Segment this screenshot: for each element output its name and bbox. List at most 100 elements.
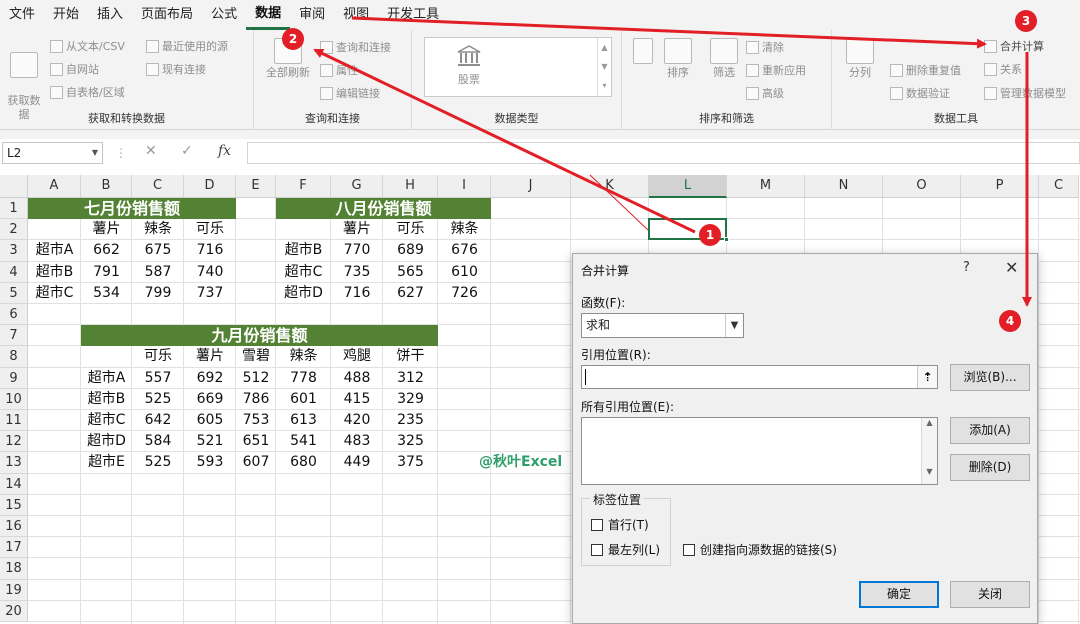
table-cell[interactable]: 325 (383, 431, 438, 452)
table-cell[interactable]: 778 (276, 368, 331, 389)
row-header[interactable]: 19 (0, 579, 28, 601)
table-cell[interactable]: 超市B (28, 262, 81, 283)
table-cell[interactable]: 716 (331, 283, 383, 304)
table-cell[interactable]: 669 (184, 389, 236, 410)
table-cell[interactable]: 770 (331, 240, 383, 261)
table-cell[interactable]: 689 (383, 240, 438, 261)
table-cell[interactable]: 超市B (81, 389, 132, 410)
table-cell[interactable]: 辣条 (438, 219, 491, 240)
chevron-down-icon[interactable]: ▼ (92, 143, 98, 163)
menu-view[interactable]: 视图 (334, 0, 378, 30)
filter-button[interactable]: 筛选 (708, 38, 740, 80)
table-cell[interactable]: 737 (184, 283, 236, 304)
column-header[interactable]: E (236, 175, 276, 198)
remove-duplicates-button[interactable]: 删除重复值 (890, 62, 961, 78)
relationships-button[interactable]: 关系 (984, 61, 1022, 77)
menu-data[interactable]: 数据 (246, 0, 291, 30)
column-header[interactable]: C (132, 175, 184, 198)
table-cell[interactable]: 512 (236, 368, 276, 389)
ok-button[interactable]: 确定 (859, 581, 939, 608)
clear-button[interactable]: 清除 (746, 39, 784, 55)
from-text-csv-button[interactable]: 从文本/CSV (50, 38, 125, 54)
table-cell[interactable]: 超市B (276, 240, 331, 261)
name-box[interactable]: L2 ▼ (2, 142, 103, 164)
table-cell[interactable]: 超市C (81, 410, 132, 431)
top-row-checkbox[interactable]: 首行(T) (591, 516, 649, 533)
list-scrollbar[interactable]: ▲ ▼ (921, 418, 937, 484)
formula-input[interactable] (247, 142, 1080, 164)
table-cell[interactable]: 605 (184, 410, 236, 431)
row-header[interactable]: 17 (0, 537, 28, 559)
table-cell[interactable]: 薯片 (331, 219, 383, 240)
column-header[interactable]: G (331, 175, 383, 198)
select-all-corner[interactable] (0, 175, 28, 198)
column-header[interactable]: K (571, 175, 649, 198)
column-header[interactable]: C (1039, 175, 1079, 198)
table-cell[interactable]: 饼干 (383, 346, 438, 367)
table-cell[interactable]: 753 (236, 410, 276, 431)
menu-formulas[interactable]: 公式 (202, 0, 246, 30)
table-cell[interactable]: 692 (184, 368, 236, 389)
browse-button[interactable]: 浏览(B)... (950, 364, 1030, 391)
table-cell[interactable]: 辣条 (132, 219, 184, 240)
column-header[interactable]: N (805, 175, 883, 198)
table-cell[interactable]: 716 (184, 240, 236, 261)
fill-handle[interactable] (724, 237, 729, 243)
table-cell[interactable]: 鸡腿 (331, 346, 383, 367)
consolidate-button[interactable]: 合并计算 (984, 38, 1044, 54)
table-cell[interactable]: 超市D (276, 283, 331, 304)
row-header[interactable]: 20 (0, 600, 28, 622)
data-validation-button[interactable]: 数据验证 (890, 85, 950, 101)
table-cell[interactable]: 超市E (81, 452, 132, 473)
from-web-button[interactable]: 自网站 (50, 61, 99, 77)
table-cell[interactable]: 可乐 (132, 346, 184, 367)
table-cell[interactable]: 辣条 (276, 346, 331, 367)
close-button[interactable]: 关闭 (950, 581, 1030, 608)
edit-links-button[interactable]: 编辑链接 (320, 85, 380, 101)
table-cell[interactable]: 593 (184, 452, 236, 473)
row-header[interactable]: 13 (0, 452, 28, 474)
row-header[interactable]: 9 (0, 367, 28, 389)
column-header[interactable]: D (184, 175, 236, 198)
row-header[interactable]: 1 (0, 198, 28, 220)
row-header[interactable]: 4 (0, 261, 28, 283)
table-cell[interactable]: 超市D (81, 431, 132, 452)
table-cell[interactable]: 607 (236, 452, 276, 473)
table-cell[interactable]: 超市C (28, 283, 81, 304)
column-header[interactable]: F (276, 175, 331, 198)
table-cell[interactable]: 525 (132, 389, 184, 410)
menu-file[interactable]: 文件 (0, 0, 44, 30)
enter-icon[interactable]: ✓ (181, 143, 193, 159)
column-header[interactable]: J (491, 175, 571, 198)
function-select[interactable]: 求和 ▼ (581, 313, 744, 338)
table-cell[interactable]: 799 (132, 283, 184, 304)
row-header[interactable]: 18 (0, 558, 28, 580)
collapse-dialog-icon[interactable]: ⇡ (917, 366, 937, 388)
help-icon[interactable]: ? (963, 260, 970, 275)
august-title[interactable]: 八月份销售额 (276, 198, 491, 220)
table-cell[interactable]: 420 (331, 410, 383, 431)
column-header[interactable]: P (961, 175, 1039, 198)
gallery-scroll[interactable]: ▲ ▼ ▾ (597, 38, 611, 96)
row-header[interactable]: 5 (0, 282, 28, 304)
row-header[interactable]: 3 (0, 240, 28, 262)
cancel-icon[interactable]: ✕ (145, 143, 157, 159)
chevron-down-icon[interactable]: ▼ (725, 314, 743, 337)
row-header[interactable]: 10 (0, 388, 28, 410)
table-cell[interactable]: 雪碧 (236, 346, 276, 367)
all-references-list[interactable]: ▲ ▼ (581, 417, 938, 485)
sort-az-button[interactable] (630, 38, 656, 66)
reference-input[interactable]: ⇡ (581, 365, 938, 389)
advanced-button[interactable]: 高级 (746, 85, 784, 101)
table-cell[interactable]: 613 (276, 410, 331, 431)
row-header[interactable]: 15 (0, 494, 28, 516)
column-header[interactable]: M (727, 175, 805, 198)
row-header[interactable]: 11 (0, 410, 28, 432)
row-header[interactable]: 8 (0, 346, 28, 368)
table-cell[interactable]: 449 (331, 452, 383, 473)
table-cell[interactable]: 791 (81, 262, 132, 283)
september-title[interactable]: 九月份销售额 (81, 325, 438, 347)
table-cell[interactable]: 627 (383, 283, 438, 304)
insert-function-icon[interactable]: fx (218, 143, 231, 159)
row-header[interactable]: 2 (0, 219, 28, 241)
